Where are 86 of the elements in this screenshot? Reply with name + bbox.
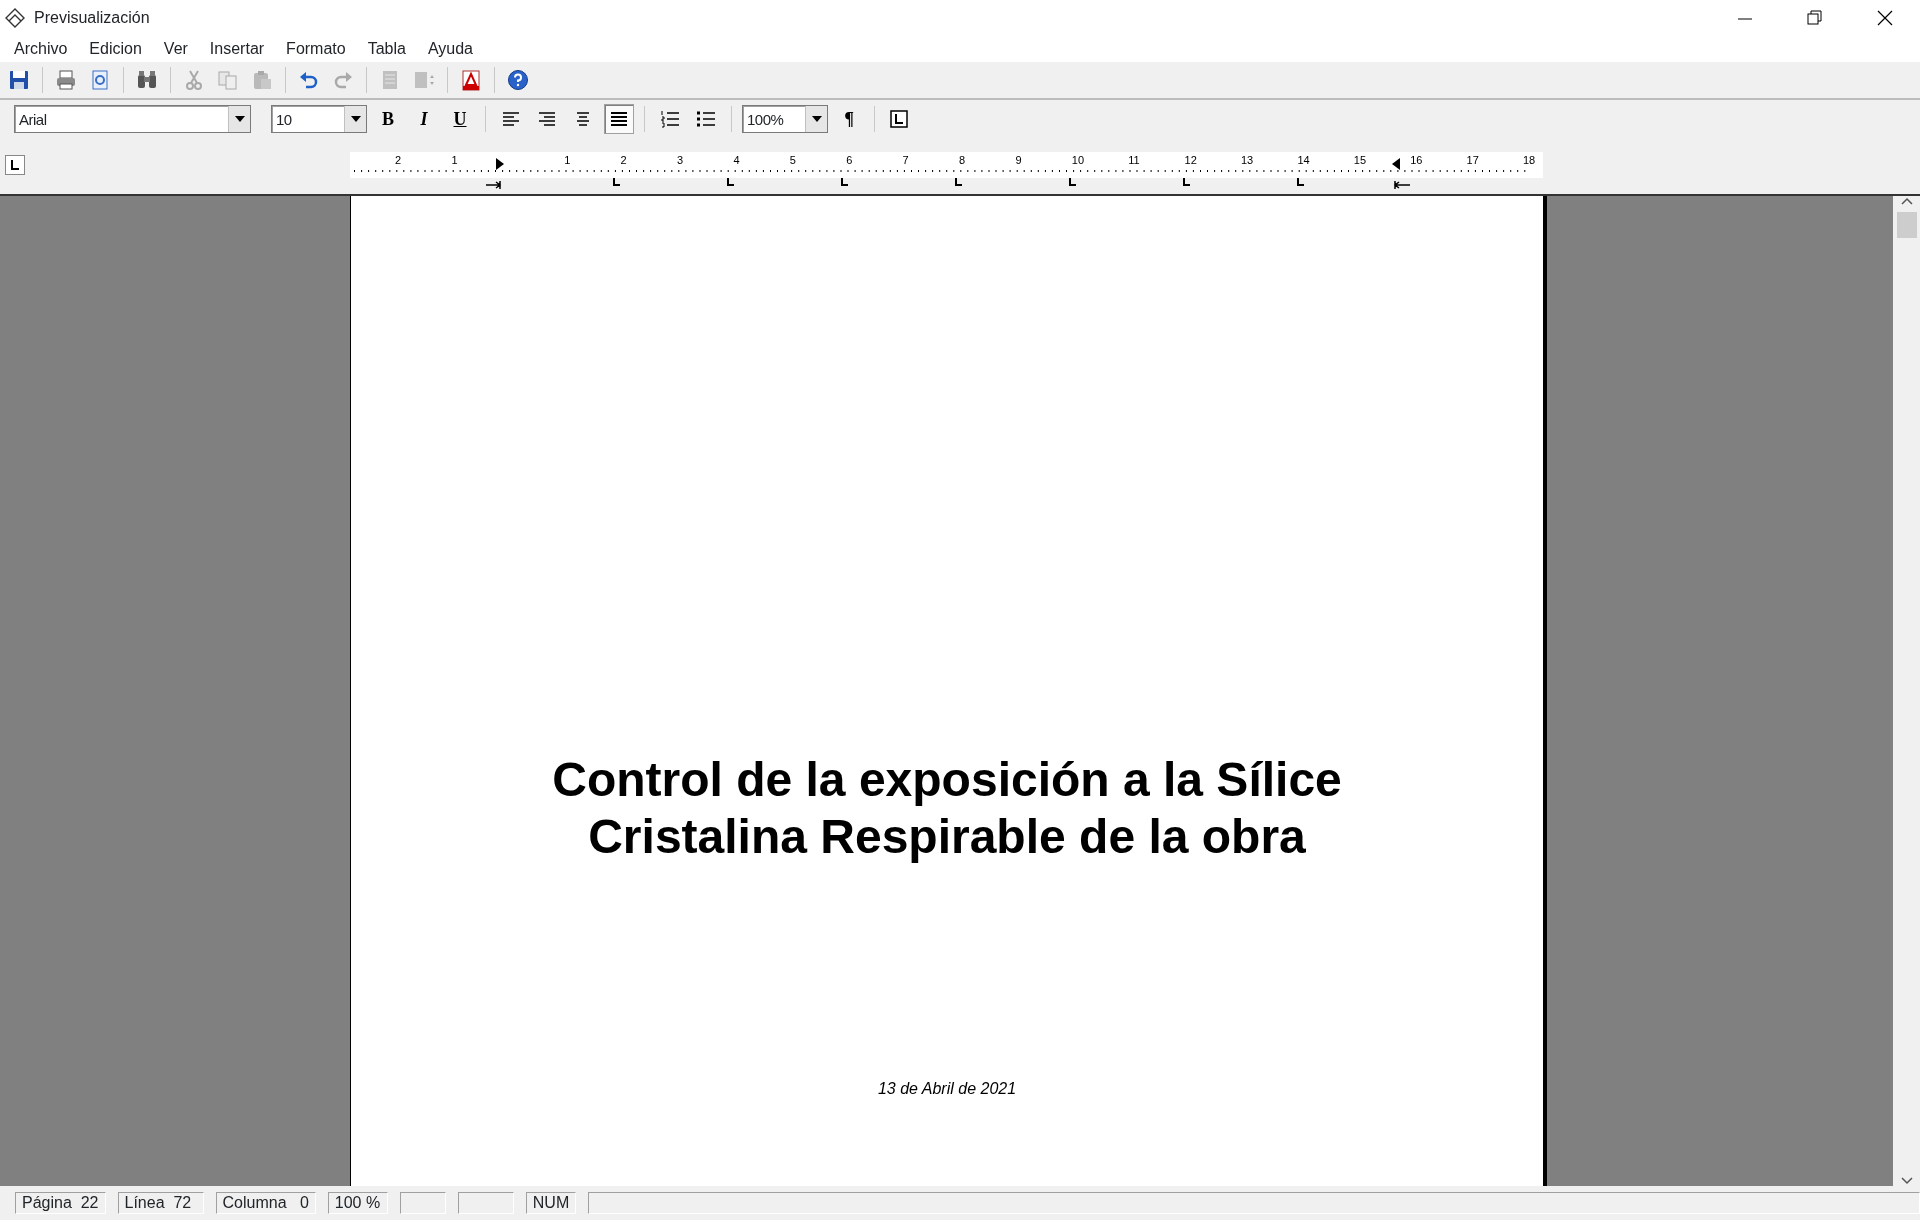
ruler-number: 5: [789, 154, 796, 166]
document-magnifier-icon: [89, 69, 111, 91]
ruler-number: 17: [1466, 154, 1479, 166]
ruler-number: 13: [1241, 154, 1254, 166]
restore-button[interactable]: [1805, 8, 1825, 28]
ruler-number: 16: [1410, 154, 1423, 166]
scissors-icon: [183, 69, 205, 91]
scroll-up-icon[interactable]: [1899, 196, 1914, 206]
empty-status-pane: [399, 1192, 446, 1214]
scroll-down-icon[interactable]: [1899, 1176, 1914, 1186]
zoom-combo[interactable]: 100%: [742, 105, 828, 133]
binoculars-icon: [136, 69, 158, 91]
menu-item[interactable]: Ayuda: [416, 37, 484, 61]
tab-stop-marker[interactable]: [955, 177, 963, 186]
font-size-combo[interactable]: 10: [271, 105, 367, 133]
ruler-number: 3: [677, 154, 684, 166]
ruler-number: 9: [1015, 154, 1022, 166]
tab-stop-icon: [890, 110, 910, 128]
ruler-number: 15: [1353, 154, 1367, 166]
ruler-number: 4: [733, 154, 740, 166]
bold-button[interactable]: B: [373, 104, 403, 134]
empty-status-pane: [457, 1192, 514, 1214]
align-right-icon: [537, 110, 557, 128]
status-pane: Página 22: [15, 1192, 106, 1214]
document-date: 13 de Abril de 2021: [877, 1079, 1017, 1099]
align-left-icon: [501, 110, 521, 128]
save-icon: [8, 69, 30, 91]
dropdown-arrow-icon[interactable]: [234, 116, 245, 122]
help-icon: [507, 69, 529, 91]
menu-item[interactable]: Tabla: [356, 37, 417, 61]
justify-button[interactable]: [604, 104, 634, 134]
menu-item[interactable]: Archivo: [3, 37, 79, 61]
tab-stop-marker[interactable]: [613, 177, 621, 186]
left-indent-marker[interactable]: [496, 158, 504, 170]
underline-button[interactable]: U: [445, 104, 475, 134]
bullet-list-icon: [696, 110, 716, 128]
dropdown-arrow-icon[interactable]: [350, 116, 361, 122]
status-pane: Columna 0: [215, 1192, 316, 1214]
clipboard-icon: [251, 69, 273, 91]
redo-arrow-icon: [332, 69, 354, 91]
printer-icon: [55, 69, 77, 91]
paragraph-marks-button[interactable]: ¶: [834, 104, 864, 134]
app-icon: [4, 7, 26, 29]
ruler-number: 10: [1071, 154, 1085, 166]
menu-item[interactable]: Ver: [152, 37, 199, 61]
document-title: Cristalina Respirable de la obra: [588, 809, 1306, 865]
ruler-number: 6: [846, 154, 853, 166]
undo-arrow-icon: [298, 69, 320, 91]
ruler-number: 11: [1128, 154, 1140, 166]
close-button[interactable]: [1875, 8, 1895, 28]
tab-type-button[interactable]: [5, 154, 25, 175]
tab-stop-marker[interactable]: [727, 177, 735, 186]
menu-item[interactable]: Insertar: [198, 37, 276, 61]
status-pane: 100 %: [327, 1192, 388, 1214]
numbered-list-icon: [660, 110, 680, 128]
pdf-document-icon: [460, 69, 482, 91]
ruler-number: 7: [902, 154, 909, 166]
ruler-number: 1: [451, 154, 458, 166]
ruler-number: 2: [620, 154, 627, 166]
status-pane: NUM: [525, 1192, 577, 1214]
italic-button[interactable]: I: [409, 104, 439, 134]
font-combo[interactable]: Arial: [14, 105, 251, 133]
ruler-number: 12: [1184, 154, 1197, 166]
menu-item[interactable]: Edicion: [78, 37, 153, 61]
page-arrows-icon: [413, 69, 435, 91]
status-pane: Línea 72: [117, 1192, 204, 1214]
copy-icon: [217, 69, 239, 91]
justify-icon: [609, 110, 629, 128]
right-indent-marker[interactable]: [1392, 158, 1400, 170]
tab-stop-marker[interactable]: [1069, 177, 1077, 186]
vertical-scrollbar[interactable]: [1893, 196, 1920, 1186]
menu-item[interactable]: Formato: [275, 37, 357, 61]
ruler-number: 14: [1297, 154, 1310, 166]
left-margin-marker[interactable]: [485, 180, 502, 190]
tab-stop-marker[interactable]: [841, 177, 849, 186]
right-margin-marker[interactable]: [1393, 180, 1411, 190]
tab-stop-marker[interactable]: [1297, 177, 1305, 186]
scroll-thumb[interactable]: [1896, 212, 1917, 238]
ruler-number: 2: [395, 154, 402, 166]
tab-stop-marker[interactable]: [1183, 177, 1191, 186]
dropdown-arrow-icon[interactable]: [811, 116, 822, 122]
ruler-number: 18: [1523, 154, 1536, 166]
ruler-number: 1: [564, 154, 571, 166]
document-title: Control de la exposición a la Sílice: [552, 752, 1342, 808]
window-title: Previsualización: [34, 8, 151, 28]
ruler-number: 8: [959, 154, 966, 166]
